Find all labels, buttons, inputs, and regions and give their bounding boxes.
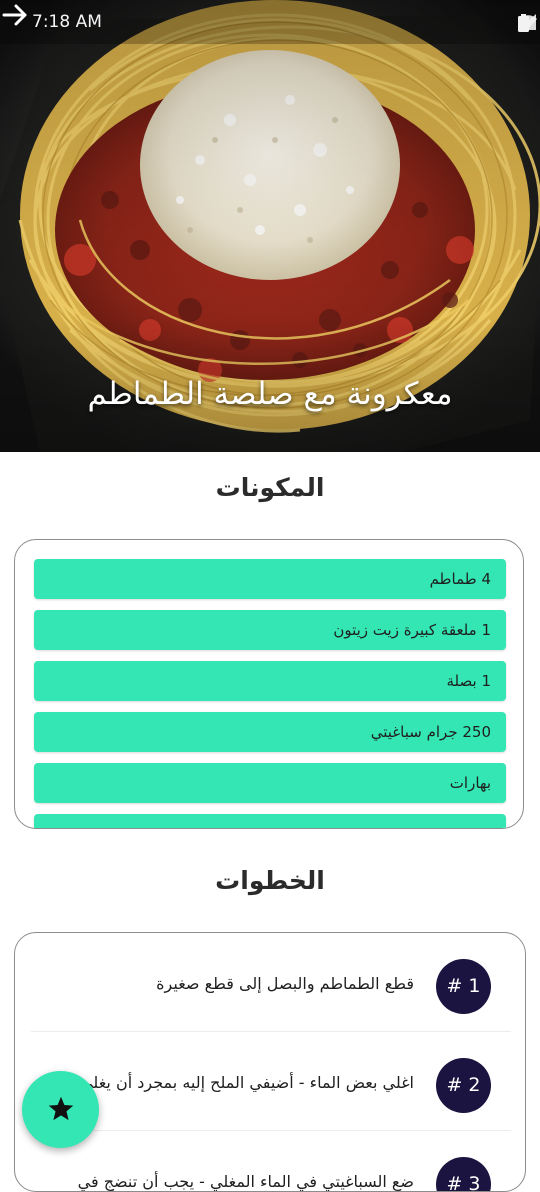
star-icon bbox=[48, 1096, 74, 1121]
step-row: # 1 قطع الطماطم والبصل إلى قطع صغيرة bbox=[31, 933, 511, 1032]
ingredient-item[interactable]: 4 طماطم bbox=[34, 559, 506, 599]
step-text: اغلي بعض الماء - أضيفي الملح إليه بمجرد … bbox=[74, 1073, 414, 1092]
status-time: 7:18 AM bbox=[32, 12, 102, 32]
step-number-badge: # 1 bbox=[436, 959, 491, 1014]
steps-heading: الخطوات bbox=[215, 866, 325, 895]
step-row: # 2 اغلي بعض الماء - أضيفي الملح إليه بم… bbox=[31, 1032, 511, 1131]
ingredients-list[interactable]: 4 طماطم 1 ملعقة كبيرة زيت زيتون 1 بصلة 2… bbox=[34, 559, 506, 828]
ingredients-card[interactable]: 4 طماطم 1 ملعقة كبيرة زيت زيتون 1 بصلة 2… bbox=[14, 539, 524, 829]
step-number-badge: # 3 bbox=[436, 1157, 491, 1191]
ingredients-heading: المكونات bbox=[215, 473, 325, 502]
recipe-title: معكرونة مع صلصة الطماطم bbox=[87, 376, 453, 412]
step-text: ضع السباغيتي في الماء المغلي - يجب أن تن… bbox=[77, 1172, 414, 1191]
favorite-fab-button[interactable] bbox=[22, 1071, 99, 1148]
recipe-hero-image: 7:18 AM معكرونة مع صلصة الطماطم bbox=[0, 0, 540, 452]
step-number-badge: # 2 bbox=[436, 1058, 491, 1113]
step-row: # 3 ضع السباغيتي في الماء المغلي - يجب أ… bbox=[31, 1131, 511, 1191]
ingredient-item[interactable]: 250 جرام سباغيتي bbox=[34, 712, 506, 752]
ingredient-item[interactable]: 1 بصلة bbox=[34, 661, 506, 701]
arrow-right-icon[interactable] bbox=[0, 0, 30, 30]
ingredient-item[interactable]: بهارات bbox=[34, 763, 506, 803]
status-bar: 7:18 AM bbox=[0, 0, 540, 44]
battery-icon bbox=[518, 14, 529, 32]
ingredient-item[interactable]: 1 ملعقة كبيرة زيت زيتون bbox=[34, 610, 506, 650]
ingredient-item-partial[interactable] bbox=[34, 814, 506, 828]
steps-card[interactable]: # 1 قطع الطماطم والبصل إلى قطع صغيرة # 2… bbox=[14, 932, 526, 1192]
step-text: قطع الطماطم والبصل إلى قطع صغيرة bbox=[156, 974, 414, 993]
